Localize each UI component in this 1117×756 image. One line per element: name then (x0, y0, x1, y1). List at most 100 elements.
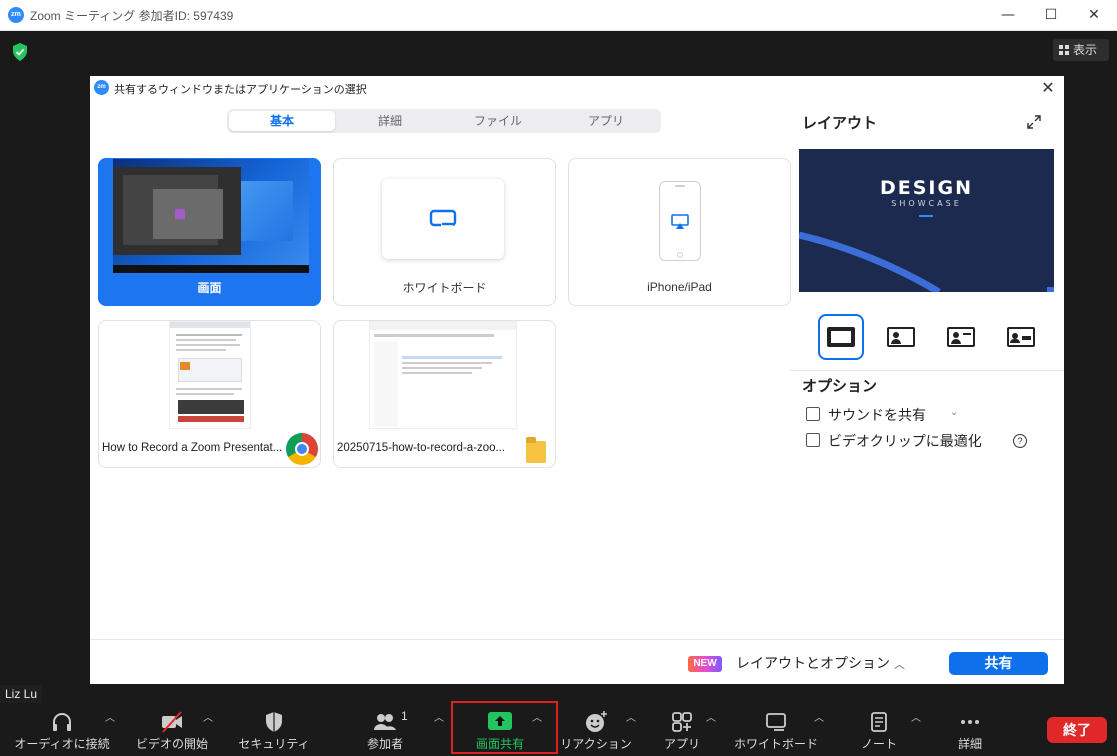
layout-option-content-only[interactable] (818, 314, 864, 360)
share-button[interactable]: 共有 (949, 652, 1048, 675)
apps-icon (672, 712, 692, 732)
toolbar-apps[interactable]: アプリ (652, 704, 712, 756)
grid-icon (1059, 45, 1069, 55)
new-badge: NEW (688, 656, 722, 672)
dialog-title: 共有するウィンドウまたはアプリケーションの選択 (114, 84, 367, 96)
share-option-iphone-ipad[interactable]: iPhone/iPad (568, 158, 791, 306)
card-label-folder-window: 20250715-how-to-record-a-zoo... (337, 442, 506, 454)
window-title: Zoom ミーティング 参加者ID: 597439 (30, 9, 234, 23)
toolbar-audio[interactable]: オーディオに接続 (6, 704, 118, 756)
video-caret-icon[interactable]: ︿ (202, 709, 214, 724)
layout-preview: DESIGN SHOWCASE (799, 149, 1054, 292)
toolbar-more-label: 詳細 (957, 737, 982, 751)
headphones-icon (53, 713, 71, 731)
toolbar-participants-label: 参加者 (366, 737, 403, 751)
folder-window-thumbnail (369, 321, 517, 429)
participant-count: 1 (401, 709, 408, 723)
layout-option-camera-only[interactable] (998, 314, 1044, 360)
minimize-icon[interactable]: — (985, 0, 1031, 31)
reaction-icon (586, 711, 607, 732)
airplay-icon (671, 214, 689, 229)
layout-options-button[interactable]: レイアウトとオプション ︿ (736, 653, 905, 673)
maximize-icon[interactable]: ☐ (1028, 0, 1074, 31)
card-label-iphone: iPhone/iPad (647, 280, 712, 294)
participants-caret-icon[interactable]: ︿ (433, 709, 445, 724)
chrome-window-thumbnail (169, 321, 251, 429)
preview-subtitle: SHOWCASE (891, 199, 962, 208)
whiteboard-share-icon (429, 209, 457, 227)
footer-divider (90, 639, 1064, 640)
dialog-close-icon[interactable]: ✕ (1038, 78, 1058, 97)
whiteboard-caret-icon[interactable]: ︿ (813, 709, 825, 724)
toolbar-security[interactable]: セキュリティ (232, 704, 316, 756)
screen-thumbnail (113, 159, 309, 273)
toolbar-notes-label: ノート (860, 737, 897, 751)
share-option-screen[interactable]: 画面 (98, 158, 321, 306)
content-only-icon (827, 327, 855, 347)
help-icon[interactable]: ? (1013, 434, 1027, 448)
tab-basic[interactable]: 基本 (229, 111, 335, 131)
toolbar-notes[interactable]: ノート (848, 704, 910, 756)
apps-caret-icon[interactable]: ︿ (705, 709, 717, 724)
zoom-logo-icon: zm (8, 7, 24, 23)
share-option-chrome-window[interactable]: How to Record a Zoom Presentat... (98, 320, 321, 468)
layout-option-camera[interactable] (938, 314, 984, 360)
optimize-video-label[interactable]: ビデオクリップに最適化 (828, 431, 982, 451)
toolbar-participants[interactable]: 1 参加者 (352, 704, 418, 756)
preview-title: DESIGN (879, 177, 973, 199)
card-label-screen: 画面 (197, 281, 222, 295)
video-off-icon (162, 711, 182, 733)
layout-title: レイアウト (802, 115, 878, 132)
toolbar-apps-label: アプリ (663, 737, 700, 751)
toolbar-audio-label: オーディオに接続 (14, 737, 110, 751)
expand-icon[interactable] (1026, 114, 1042, 130)
toolbar-more[interactable]: 詳細 (944, 704, 996, 756)
optimize-video-checkbox[interactable] (806, 433, 820, 447)
more-icon (961, 720, 979, 724)
share-sound-checkbox[interactable] (806, 407, 820, 421)
audio-caret-icon[interactable]: ︿ (104, 709, 116, 724)
share-tabs: 基本 詳細 ファイル アプリ (227, 109, 661, 133)
dialog-header: zm 共有するウィンドウまたはアプリケーションの選択 ✕ (90, 76, 1064, 100)
options-title: オプション (802, 378, 878, 395)
content-with-left-camera-icon (887, 327, 915, 347)
chrome-icon (286, 433, 318, 465)
close-icon[interactable]: ✕ (1071, 0, 1117, 31)
card-label-whiteboard: ホワイトボード (402, 281, 487, 295)
meeting-toolbar: オーディオに接続 ︿ ビデオの開始 ︿ セキュリティ 1 参加者 ︿ 画面共有 (0, 704, 1117, 756)
toolbar-whiteboard[interactable]: ホワイトボード (726, 704, 826, 756)
toolbar-reaction-label: リアクション (560, 737, 632, 751)
share-sound-label[interactable]: サウンドを共有 (828, 405, 926, 425)
view-label: 表示 (1073, 43, 1098, 57)
layout-options-label: レイアウトとオプション (736, 655, 890, 671)
toolbar-reaction[interactable]: リアクション (556, 704, 636, 756)
share-option-whiteboard[interactable]: ホワイトボード (333, 158, 556, 306)
whiteboard-preview (382, 179, 504, 259)
reaction-caret-icon[interactable]: ︿ (625, 709, 637, 724)
toolbar-security-label: セキュリティ (238, 737, 310, 751)
share-option-folder-window[interactable]: 20250715-how-to-record-a-zoo... (333, 320, 556, 468)
camera-only-icon (1007, 327, 1035, 347)
layout-option-left-camera[interactable] (878, 314, 924, 360)
content-with-camera-icon (947, 327, 975, 347)
encryption-shield-icon[interactable] (12, 43, 28, 61)
tab-advanced[interactable]: 詳細 (337, 111, 443, 131)
whiteboard-icon (766, 713, 786, 731)
shield-icon (266, 712, 282, 732)
toolbar-whiteboard-label: ホワイトボード (733, 737, 818, 751)
participant-badge (175, 209, 185, 219)
participant-name-tag: Liz Lu (0, 685, 43, 703)
tab-apps[interactable]: アプリ (553, 111, 659, 131)
end-meeting-button[interactable]: 終了 (1047, 717, 1107, 743)
tab-files[interactable]: ファイル (445, 111, 551, 131)
notes-caret-icon[interactable]: ︿ (910, 709, 922, 724)
folder-icon (526, 437, 546, 463)
chevron-up-icon: ︿ (893, 659, 905, 671)
chevron-down-icon[interactable]: ⌄ (950, 407, 958, 418)
toolbar-video-label: ビデオの開始 (135, 737, 208, 751)
view-button[interactable]: 表示 (1053, 39, 1109, 61)
participants-icon (374, 714, 396, 730)
notes-icon (871, 712, 887, 732)
window-titlebar: zm Zoom ミーティング 参加者ID: 597439 — ☐ ✕ (0, 0, 1117, 31)
zoom-logo-icon: zm (94, 80, 109, 95)
